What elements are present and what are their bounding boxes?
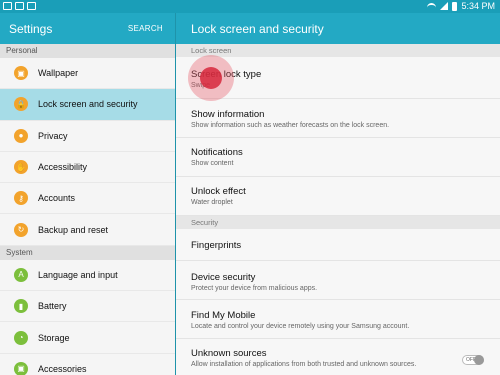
nav-item-label: Wallpaper — [38, 68, 79, 79]
storage-icon: ◔ — [14, 330, 28, 345]
nav-item-label: Accessories — [38, 363, 87, 374]
touch-indicator — [188, 55, 234, 101]
key-icon: ⚷ — [14, 191, 28, 206]
nav-item-privacy[interactable]: ● Privacy — [0, 121, 175, 152]
setting-notifications[interactable]: Notifications Show content — [176, 138, 500, 177]
nav-item-wallpaper[interactable]: ▣ Wallpaper — [0, 58, 175, 90]
section-system: System — [0, 245, 175, 260]
notification-icon — [27, 2, 36, 10]
signal-icon — [440, 2, 449, 10]
notification-icon — [15, 2, 24, 10]
setting-show-information[interactable]: Show information Show information such a… — [176, 99, 500, 138]
setting-title: Find My Mobile — [191, 310, 256, 321]
nav-item-lock-screen[interactable]: 🔒 Lock screen and security — [0, 89, 175, 121]
setting-title: Fingerprints — [191, 240, 242, 251]
nav-item-accessories[interactable]: ▣ Accessories — [0, 354, 175, 375]
setting-fingerprints[interactable]: Fingerprints — [176, 229, 500, 261]
setting-title: Screen lock type — [191, 69, 262, 80]
setting-title: Device security — [191, 272, 256, 283]
privacy-icon: ● — [14, 128, 28, 143]
detail-header: Lock screen and security — [176, 13, 500, 44]
setting-subtitle: Protect your device from malicious apps. — [191, 285, 318, 292]
setting-title: Unlock effect — [191, 186, 246, 197]
setting-subtitle: Show information such as weather forecas… — [191, 122, 390, 129]
section-personal: Personal — [0, 44, 175, 58]
nav-item-label: Backup and reset — [38, 224, 109, 235]
nav-item-label: Privacy — [38, 130, 68, 141]
detail-title: Lock screen and security — [191, 22, 324, 36]
setting-title: Unknown sources — [191, 348, 267, 359]
nav-item-backup[interactable]: ↻ Backup and reset — [0, 214, 175, 246]
nav-item-label: Battery — [38, 301, 67, 312]
status-bar: 5:34 PM — [0, 0, 500, 13]
setting-subtitle: Water droplet — [191, 199, 233, 206]
notification-icons — [3, 2, 36, 10]
setting-unlock-effect[interactable]: Unlock effect Water droplet — [176, 177, 500, 216]
wifi-icon — [427, 3, 437, 9]
backup-icon: ↻ — [14, 222, 28, 237]
nav-item-accessibility[interactable]: ✋ Accessibility — [0, 152, 175, 184]
battery-icon — [452, 1, 458, 11]
unknown-sources-toggle[interactable]: OFF — [462, 355, 484, 365]
setting-subtitle: Locate and control your device remotely … — [191, 323, 410, 330]
section-security: Security — [176, 216, 500, 229]
setting-unknown-sources[interactable]: Unknown sources Allow installation of ap… — [176, 339, 500, 375]
hand-icon: ✋ — [14, 160, 28, 175]
nav-item-label: Accounts — [38, 193, 76, 204]
lock-icon: 🔒 — [14, 97, 28, 112]
setting-title: Notifications — [191, 147, 243, 158]
notification-icon — [3, 2, 12, 10]
nav-item-label: Language and input — [38, 269, 118, 280]
battery-icon: ▮ — [14, 299, 28, 314]
settings-nav: Personal ▣ Wallpaper 🔒 Lock screen and s… — [0, 44, 175, 375]
setting-subtitle: Swipe — [191, 82, 211, 89]
nav-item-accounts[interactable]: ⚷ Accounts — [0, 183, 175, 215]
nav-item-label: Accessibility — [38, 162, 88, 173]
setting-subtitle: Show content — [191, 160, 234, 167]
image-icon: ▣ — [14, 66, 28, 81]
settings-header: Settings SEARCH — [0, 13, 175, 44]
setting-find-my-mobile[interactable]: Find My Mobile Locate and control your d… — [176, 300, 500, 339]
accessories-icon: ▣ — [14, 361, 28, 375]
setting-subtitle: Allow installation of applications from … — [191, 361, 417, 368]
nav-item-storage[interactable]: ◔ Storage — [0, 322, 175, 354]
nav-item-label: Lock screen and security — [38, 99, 138, 110]
nav-item-battery[interactable]: ▮ Battery — [0, 291, 175, 323]
setting-title: Show information — [191, 109, 265, 120]
settings-title: Settings — [9, 22, 53, 36]
nav-item-language[interactable]: A Language and input — [0, 260, 175, 292]
search-button[interactable]: SEARCH — [128, 24, 163, 33]
section-lock-screen: Lock screen — [176, 44, 500, 57]
language-icon: A — [14, 267, 28, 282]
nav-item-label: Storage — [38, 332, 70, 343]
setting-device-security[interactable]: Device security Protect your device from… — [176, 261, 500, 300]
status-time: 5:34 PM — [461, 1, 495, 11]
